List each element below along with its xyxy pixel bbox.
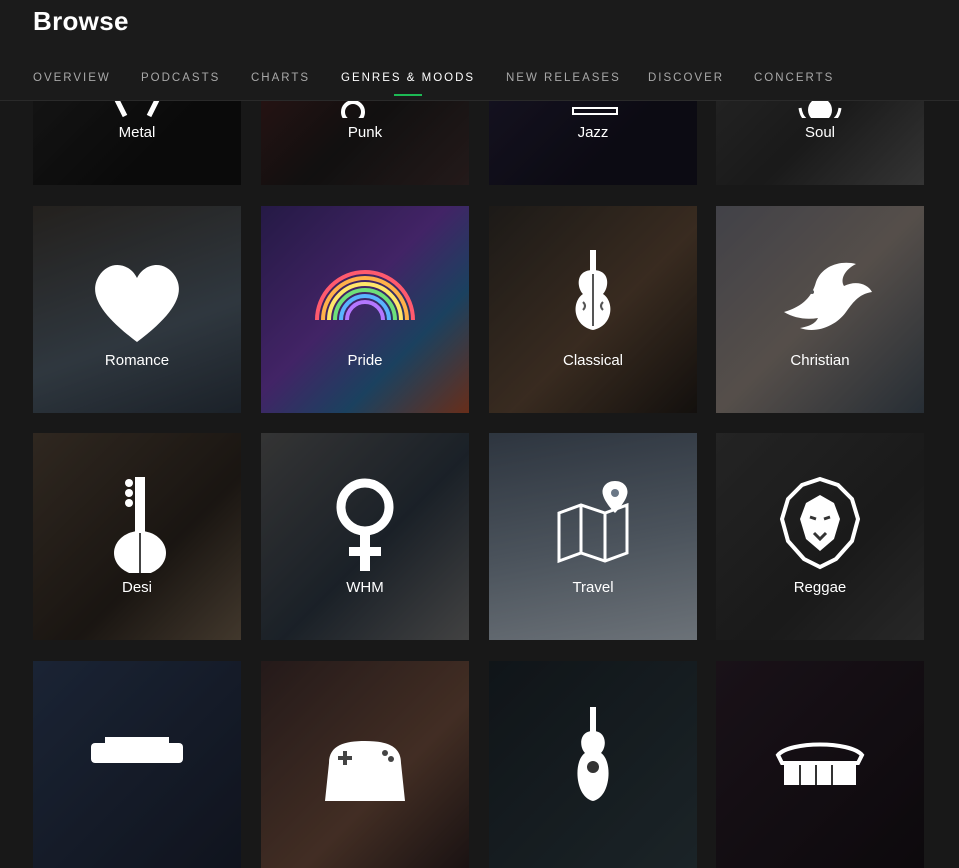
guitar-icon (577, 707, 609, 801)
typewriter-icon (91, 737, 183, 763)
genre-tile-christian[interactable]: Christian (716, 206, 924, 413)
page-title: Browse (33, 6, 129, 36)
genre-tile-r4-3[interactable] (489, 661, 697, 868)
genre-tile-classical[interactable]: Classical (489, 206, 697, 413)
genre-label: Classical (562, 352, 623, 369)
genres-grid: Metal Punk Jazz Soul Romance Pride Class… (0, 0, 959, 868)
genre-tile-reggae[interactable]: Reggae (716, 433, 924, 640)
teeth-icon (775, 742, 865, 785)
dove-icon (784, 262, 872, 331)
genre-label: Soul (804, 124, 836, 141)
genre-label: Reggae (793, 579, 847, 596)
genre-tile-r4-4[interactable] (716, 661, 924, 868)
lion-icon (779, 476, 861, 570)
genre-tile-whm[interactable]: WHM (261, 433, 469, 640)
genre-label: WHM (346, 579, 384, 596)
genre-tile-pride[interactable]: Pride (261, 206, 469, 413)
sitar-icon (114, 477, 166, 573)
browse-header: Browse OVERVIEW PODCASTS CHARTS GENRES &… (0, 0, 959, 101)
violin-icon (575, 250, 611, 330)
genre-tile-r4-1[interactable] (33, 661, 241, 868)
genre-tile-romance[interactable]: Romance (33, 206, 241, 413)
rainbow-icon (315, 270, 415, 321)
genre-label: Romance (104, 352, 170, 369)
tab-genres-moods[interactable]: GENRES & MOODS (341, 72, 475, 84)
gamepad-icon (325, 741, 405, 801)
tab-podcasts[interactable]: PODCASTS (141, 72, 220, 84)
active-tab-indicator (394, 94, 422, 96)
genre-label: Travel (572, 579, 614, 596)
genre-tile-r4-2[interactable] (261, 661, 469, 868)
genre-label: Pride (347, 352, 383, 369)
map-pin-icon (557, 481, 629, 564)
genre-label: Jazz (577, 124, 609, 141)
genre-tile-travel[interactable]: Travel (489, 433, 697, 640)
genre-label: Punk (347, 124, 383, 141)
heart-icon (95, 264, 179, 342)
tab-discover[interactable]: DISCOVER (648, 72, 724, 84)
genre-label: Desi (121, 579, 152, 596)
female-symbol-icon (336, 478, 394, 571)
tab-charts[interactable]: CHARTS (251, 72, 310, 84)
genre-tile-desi[interactable]: Desi (33, 433, 241, 640)
tab-new-releases[interactable]: NEW RELEASES (506, 72, 621, 84)
tab-overview[interactable]: OVERVIEW (33, 72, 111, 84)
genre-label: Metal (118, 124, 156, 141)
tab-concerts[interactable]: CONCERTS (754, 72, 834, 84)
genre-label: Christian (790, 352, 850, 369)
